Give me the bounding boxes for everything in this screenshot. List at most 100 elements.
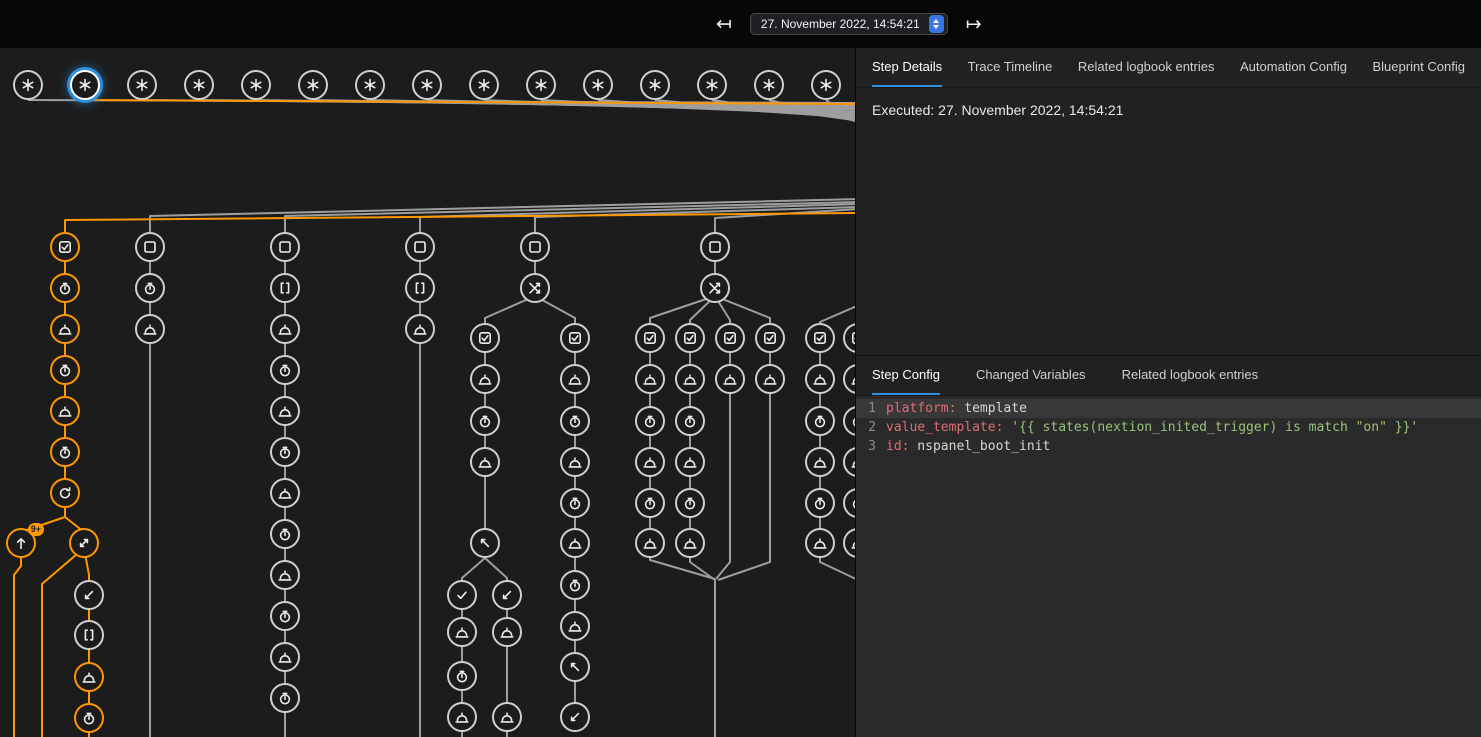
service-node[interactable] xyxy=(843,447,855,477)
service-node[interactable] xyxy=(560,447,590,477)
service-node[interactable] xyxy=(447,702,477,732)
trace-graph[interactable]: 9+ xyxy=(0,48,855,737)
condition-node[interactable] xyxy=(843,323,855,353)
service-node[interactable] xyxy=(843,528,855,558)
service-node[interactable] xyxy=(635,528,665,558)
service-node[interactable] xyxy=(470,447,500,477)
service-node[interactable] xyxy=(560,611,590,641)
service-node[interactable] xyxy=(270,478,300,508)
service-node[interactable] xyxy=(805,528,835,558)
timer-node[interactable] xyxy=(270,683,300,713)
timer-node[interactable] xyxy=(50,437,80,467)
trigger-node[interactable] xyxy=(811,70,841,100)
arrow-dl-node[interactable] xyxy=(74,580,104,610)
next-run-icon[interactable]: ↦ xyxy=(966,15,982,34)
timer-node[interactable] xyxy=(270,355,300,385)
condition-node[interactable] xyxy=(805,323,835,353)
tab-changed-variables[interactable]: Changed Variables xyxy=(976,356,1086,395)
check-node[interactable] xyxy=(447,580,477,610)
tab-related-logbook-entries[interactable]: Related logbook entries xyxy=(1078,48,1215,87)
service-node[interactable] xyxy=(405,314,435,344)
trigger-node[interactable] xyxy=(526,70,556,100)
service-node[interactable] xyxy=(270,314,300,344)
service-node[interactable] xyxy=(635,447,665,477)
trigger-node[interactable] xyxy=(241,70,271,100)
timer-node[interactable] xyxy=(135,273,165,303)
step-config-editor[interactable]: 1platform: template 2value_template: '{{… xyxy=(856,396,1481,737)
timer-node[interactable] xyxy=(74,703,104,733)
timer-node[interactable] xyxy=(447,661,477,691)
service-node[interactable] xyxy=(270,560,300,590)
blank-node[interactable] xyxy=(270,232,300,262)
timer-node[interactable] xyxy=(50,355,80,385)
timer-node[interactable] xyxy=(270,601,300,631)
tab-step-details[interactable]: Step Details xyxy=(872,48,942,87)
service-node[interactable] xyxy=(270,642,300,672)
service-node[interactable] xyxy=(715,364,745,394)
parallel-node[interactable] xyxy=(700,273,730,303)
service-node[interactable] xyxy=(135,314,165,344)
timer-node[interactable] xyxy=(675,488,705,518)
tab-blueprint-config[interactable]: Blueprint Config xyxy=(1372,48,1465,87)
timer-node[interactable] xyxy=(635,488,665,518)
arrow-dl-node[interactable] xyxy=(560,702,590,732)
trigger-node[interactable] xyxy=(184,70,214,100)
service-node[interactable] xyxy=(805,364,835,394)
service-node[interactable] xyxy=(805,447,835,477)
trigger-node[interactable] xyxy=(754,70,784,100)
service-node[interactable] xyxy=(675,528,705,558)
blank-node[interactable] xyxy=(520,232,550,262)
service-node[interactable] xyxy=(74,662,104,692)
trigger-node[interactable] xyxy=(412,70,442,100)
repeat-node[interactable] xyxy=(50,478,80,508)
tab-step-config[interactable]: Step Config xyxy=(872,356,940,395)
service-node[interactable] xyxy=(270,396,300,426)
blank-node[interactable] xyxy=(135,232,165,262)
blank-node[interactable] xyxy=(405,232,435,262)
timer-node[interactable] xyxy=(635,406,665,436)
previous-run-icon[interactable]: ↤ xyxy=(716,15,732,34)
timer-node[interactable] xyxy=(560,570,590,600)
service-node[interactable] xyxy=(447,617,477,647)
brackets-node[interactable] xyxy=(74,620,104,650)
timer-node[interactable] xyxy=(560,406,590,436)
timer-node[interactable] xyxy=(270,519,300,549)
trigger-node[interactable] xyxy=(469,70,499,100)
arrow-ul-node[interactable] xyxy=(470,528,500,558)
trigger-node[interactable] xyxy=(13,70,43,100)
service-node[interactable] xyxy=(635,364,665,394)
service-node[interactable] xyxy=(50,396,80,426)
condition-node[interactable] xyxy=(635,323,665,353)
tab-trace-timeline[interactable]: Trace Timeline xyxy=(968,48,1053,87)
arrow-up-node[interactable]: 9+ xyxy=(6,528,36,558)
run-stepper-icon[interactable] xyxy=(929,15,944,33)
timer-node[interactable] xyxy=(50,273,80,303)
brackets-node[interactable] xyxy=(270,273,300,303)
service-node[interactable] xyxy=(675,447,705,477)
expand-node[interactable] xyxy=(69,528,99,558)
condition-node[interactable] xyxy=(560,323,590,353)
run-select[interactable]: 27. November 2022, 14:54:21 xyxy=(750,13,948,35)
condition-node[interactable] xyxy=(755,323,785,353)
trigger-node[interactable] xyxy=(355,70,385,100)
service-node[interactable] xyxy=(492,617,522,647)
timer-node[interactable] xyxy=(675,406,705,436)
timer-node[interactable] xyxy=(805,406,835,436)
condition-node[interactable] xyxy=(50,232,80,262)
service-node[interactable] xyxy=(470,364,500,394)
timer-node[interactable] xyxy=(805,488,835,518)
condition-node[interactable] xyxy=(715,323,745,353)
tab-related-logbook-entries-2[interactable]: Related logbook entries xyxy=(1122,356,1259,395)
timer-node[interactable] xyxy=(470,406,500,436)
parallel-node[interactable] xyxy=(520,273,550,303)
timer-node[interactable] xyxy=(843,406,855,436)
timer-node[interactable] xyxy=(270,437,300,467)
trigger-node[interactable] xyxy=(697,70,727,100)
service-node[interactable] xyxy=(560,528,590,558)
trigger-node[interactable] xyxy=(70,70,100,100)
trigger-node[interactable] xyxy=(583,70,613,100)
trigger-node[interactable] xyxy=(640,70,670,100)
service-node[interactable] xyxy=(843,364,855,394)
service-node[interactable] xyxy=(755,364,785,394)
blank-node[interactable] xyxy=(700,232,730,262)
